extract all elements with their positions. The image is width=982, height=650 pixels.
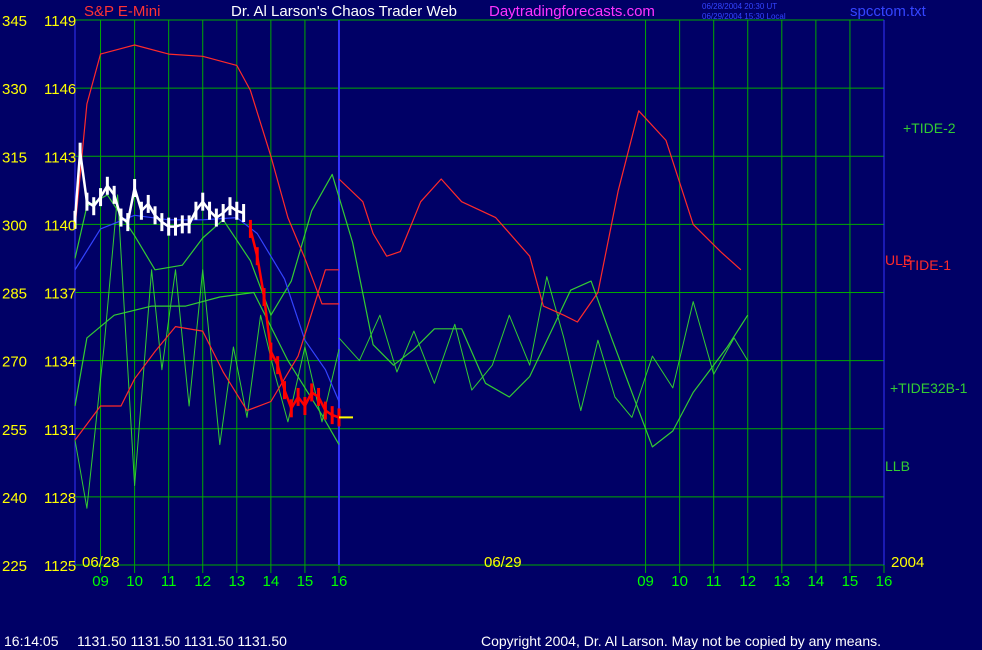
y-tick-outer: 300 [2,217,27,234]
y-tick-price: 1131 [44,422,76,439]
y-tick-outer: 345 [2,13,27,30]
x-tick-label: 10 [126,573,143,590]
y-tick-outer: 240 [2,490,27,507]
x-tick-label: 15 [297,573,314,590]
x-tick-label: 13 [773,573,790,590]
y-tick-price: 1134 [44,354,76,371]
y-tick-outer: 270 [2,354,27,371]
timestamp-local: 06/29/2004 15:30 Local [702,12,786,21]
y-tick-outer: 285 [2,286,27,303]
series-label-tide2: +TIDE-2 [903,120,956,136]
x-tick-label: 10 [671,573,688,590]
x-tick-label: 16 [331,573,348,590]
x-tick-label: 11 [161,573,177,590]
y-tick-outer: 330 [2,81,27,98]
y-tick-price: 1128 [44,490,76,507]
series-label-llb: LLB [885,458,910,474]
date-label-day1: 06/28 [82,554,120,571]
y-tick-price: 1137 [44,286,76,303]
x-tick-label: 11 [706,573,722,590]
site-link[interactable]: Daytradingforecasts.com [489,3,655,20]
y-tick-price: 1143 [44,149,76,166]
x-tick-label: 15 [842,573,859,590]
footer-quote: 1131.50 1131.50 1131.50 1131.50 [77,633,287,649]
x-tick-label: 14 [808,573,825,590]
footer-copyright: Copyright 2004, Dr. Al Larson. May not b… [481,633,881,649]
x-tick-label: 09 [92,573,109,590]
date-label-day2: 06/29 [484,554,522,571]
y-tick-outer: 315 [2,149,27,166]
x-tick-label: 12 [194,573,211,590]
footer-time: 16:14:05 [4,633,59,649]
x-tick-label: 09 [637,573,654,590]
series-label-tide32b: +TIDE32B-1 [890,380,968,396]
y-tick-price: 1149 [44,13,76,30]
file-name: spcctom.txt [850,3,927,20]
y-tick-price: 1146 [44,81,76,98]
chart-canvas: 345 1149 330 1146 315 1143 300 1140 285 1137 270 11… [0,0,982,650]
x-tick-label: 14 [263,573,280,590]
series-label-tide1: -TIDE-1 [902,257,951,273]
y-tick-price: 1140 [44,217,76,234]
x-tick-label: 13 [228,573,245,590]
y-tick-outer: 225 [2,558,27,575]
timestamp-ut: 06/28/2004 20:30 UT [702,2,777,11]
y-tick-outer: 255 [2,422,27,439]
y-tick-price: 1125 [44,558,76,575]
x-tick-label: 16 [876,573,893,590]
year-label: 2004 [891,554,924,571]
symbol-title: S&P E-Mini [84,3,160,20]
chart-title: Dr. Al Larson's Chaos Trader Web [231,3,457,20]
x-tick-label: 12 [739,573,756,590]
